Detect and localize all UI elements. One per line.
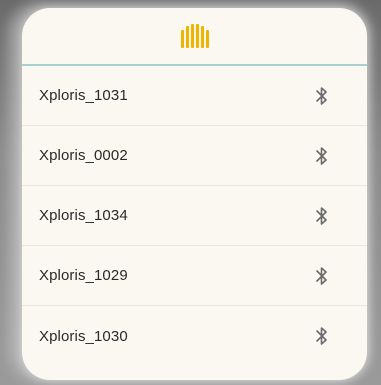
brand-logo-icon [180, 24, 209, 48]
device-item[interactable]: Xploris_1030 [22, 306, 367, 366]
device-name: Xploris_1034 [39, 207, 128, 224]
device-name: Xploris_1030 [39, 327, 128, 345]
device-name: Xploris_1029 [39, 267, 128, 284]
device-item[interactable]: Xploris_1031 [22, 66, 367, 126]
bluetooth-icon [315, 325, 329, 347]
dialog-header [22, 8, 367, 66]
bluetooth-icon [315, 205, 329, 227]
device-item[interactable]: Xploris_1034 [22, 186, 367, 246]
device-picker-dialog: Xploris_1031 Xploris_0002 Xploris_1034 X… [22, 8, 367, 380]
device-item[interactable]: Xploris_1029 [22, 246, 367, 306]
bluetooth-icon [315, 85, 329, 107]
device-name: Xploris_0002 [39, 147, 128, 164]
device-list: Xploris_1031 Xploris_0002 Xploris_1034 X… [22, 66, 367, 366]
device-item[interactable]: Xploris_0002 [22, 126, 367, 186]
bluetooth-icon [315, 145, 329, 167]
bluetooth-icon [315, 265, 329, 287]
device-name: Xploris_1031 [39, 87, 128, 104]
